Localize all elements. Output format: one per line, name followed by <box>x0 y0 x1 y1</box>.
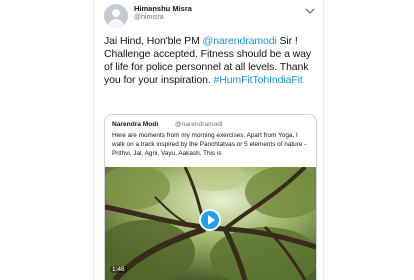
avatar-head <box>112 9 120 17</box>
tweet-card: Himanshu Misra @himisra Jai Hind, Hon'bl… <box>93 0 324 280</box>
play-icon[interactable] <box>199 209 221 231</box>
chevron-down-icon[interactable] <box>305 7 315 15</box>
tweet-text: Jai Hind, Hon'ble PM @narendramodi Sir !… <box>104 35 319 87</box>
tweet-text-prefix: Jai Hind, Hon'ble PM <box>104 35 203 47</box>
avatar[interactable] <box>104 4 128 28</box>
video-duration: 1:48 <box>110 266 127 273</box>
quoted-tweet[interactable]: Narendra Modi @narendramodi Here are mom… <box>104 114 317 280</box>
mention-link[interactable]: @narendramodi <box>203 35 277 47</box>
avatar-body <box>108 19 124 28</box>
hashtag-link[interactable]: #HumFitTohIndiaFit <box>213 74 302 86</box>
video-thumbnail[interactable]: 1:48 <box>105 167 316 280</box>
author-handle[interactable]: @himisra <box>134 14 164 21</box>
quoted-author-handle: @narendramodi <box>175 121 223 128</box>
quoted-tweet-text: Here are moments from my morning exercis… <box>112 132 307 157</box>
quoted-author-name: Narendra Modi <box>112 121 159 128</box>
author-name[interactable]: Himanshu Misra <box>134 4 192 13</box>
